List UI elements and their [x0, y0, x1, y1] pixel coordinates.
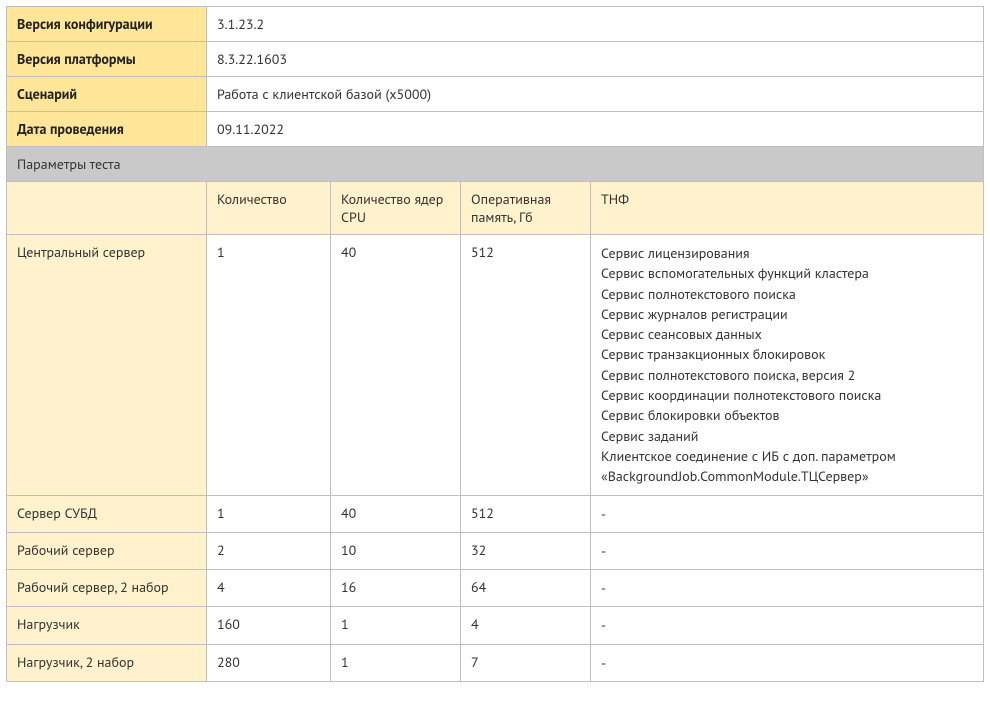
col-tnf: ТНФ — [591, 182, 984, 235]
tnf-line: Клиентское соединение с ИБ с доп. параме… — [601, 446, 973, 487]
tnf-line: Сервис полнотекстового поиска — [601, 284, 973, 304]
value-date: 09.11.2022 — [207, 112, 984, 147]
tnf-line: - — [601, 541, 973, 561]
row-tnf: - — [591, 495, 984, 532]
row-cores: 40 — [331, 235, 461, 496]
row-scenario: Сценарий Работа с клиентской базой (x500… — [7, 77, 984, 112]
tnf-line: Сервис лицензирования — [601, 243, 973, 263]
table-row: Нагрузчик16014- — [7, 607, 984, 644]
label-scenario: Сценарий — [7, 77, 207, 112]
tnf-line: Сервис сеансовых данных — [601, 324, 973, 344]
row-cores: 16 — [331, 570, 461, 607]
tnf-line: Сервис вспомогательных функций кластера — [601, 263, 973, 283]
row-ram: 32 — [461, 532, 591, 569]
col-qty: Количество — [207, 182, 331, 235]
row-tnf: - — [591, 644, 984, 681]
label-config-version: Версия конфигурации — [7, 7, 207, 42]
row-name: Нагрузчик, 2 набор — [7, 644, 207, 681]
tnf-line: Сервис заданий — [601, 426, 973, 446]
row-qty: 160 — [207, 607, 331, 644]
row-qty: 4 — [207, 570, 331, 607]
label-date: Дата проведения — [7, 112, 207, 147]
row-tnf: - — [591, 532, 984, 569]
row-qty: 1 — [207, 495, 331, 532]
value-scenario: Работа с клиентской базой (x5000) — [207, 77, 984, 112]
col-name — [7, 182, 207, 235]
row-tnf: - — [591, 570, 984, 607]
tnf-line: - — [601, 615, 973, 635]
tnf-line: - — [601, 578, 973, 598]
row-name: Рабочий сервер — [7, 532, 207, 569]
row-name: Нагрузчик — [7, 607, 207, 644]
row-platform-version: Версия платформы 8.3.22.1603 — [7, 42, 984, 77]
row-tnf: - — [591, 607, 984, 644]
row-name: Сервер СУБД — [7, 495, 207, 532]
column-headers: Количество Количество ядер CPU Оперативн… — [7, 182, 984, 235]
tnf-line: Сервис полнотекстового поиска, версия 2 — [601, 365, 973, 385]
row-name: Центральный сервер — [7, 235, 207, 496]
table-row: Нагрузчик, 2 набор28017- — [7, 644, 984, 681]
row-cores: 10 — [331, 532, 461, 569]
row-ram: 7 — [461, 644, 591, 681]
tnf-line: Сервис координации полнотекстового поиск… — [601, 385, 973, 405]
tnf-line: Сервис блокировки объектов — [601, 405, 973, 425]
row-ram: 4 — [461, 607, 591, 644]
section-header: Параметры теста — [7, 147, 984, 182]
row-ram: 512 — [461, 495, 591, 532]
section-title: Параметры теста — [7, 147, 984, 182]
col-ram: Оперативная память, Гб — [461, 182, 591, 235]
row-name: Рабочий сервер, 2 набор — [7, 570, 207, 607]
table-row: Рабочий сервер21032- — [7, 532, 984, 569]
row-date: Дата проведения 09.11.2022 — [7, 112, 984, 147]
value-config-version: 3.1.23.2 — [207, 7, 984, 42]
test-parameters-table: Версия конфигурации 3.1.23.2 Версия плат… — [6, 6, 984, 682]
row-config-version: Версия конфигурации 3.1.23.2 — [7, 7, 984, 42]
row-tnf: Сервис лицензированияСервис вспомогатель… — [591, 235, 984, 496]
row-qty: 1 — [207, 235, 331, 496]
row-qty: 280 — [207, 644, 331, 681]
table-row: Рабочий сервер, 2 набор41664- — [7, 570, 984, 607]
row-cores: 1 — [331, 644, 461, 681]
label-platform-version: Версия платформы — [7, 42, 207, 77]
tnf-line: - — [601, 653, 973, 673]
table-row: Сервер СУБД140512- — [7, 495, 984, 532]
row-ram: 512 — [461, 235, 591, 496]
value-platform-version: 8.3.22.1603 — [207, 42, 984, 77]
tnf-line: - — [601, 504, 973, 524]
tnf-line: Сервис транзакционных блокировок — [601, 344, 973, 364]
row-cores: 40 — [331, 495, 461, 532]
row-cores: 1 — [331, 607, 461, 644]
row-ram: 64 — [461, 570, 591, 607]
table-row: Центральный сервер140512Сервис лицензиро… — [7, 235, 984, 496]
row-qty: 2 — [207, 532, 331, 569]
col-cores: Количество ядер CPU — [331, 182, 461, 235]
tnf-line: Сервис журналов регистрации — [601, 304, 973, 324]
